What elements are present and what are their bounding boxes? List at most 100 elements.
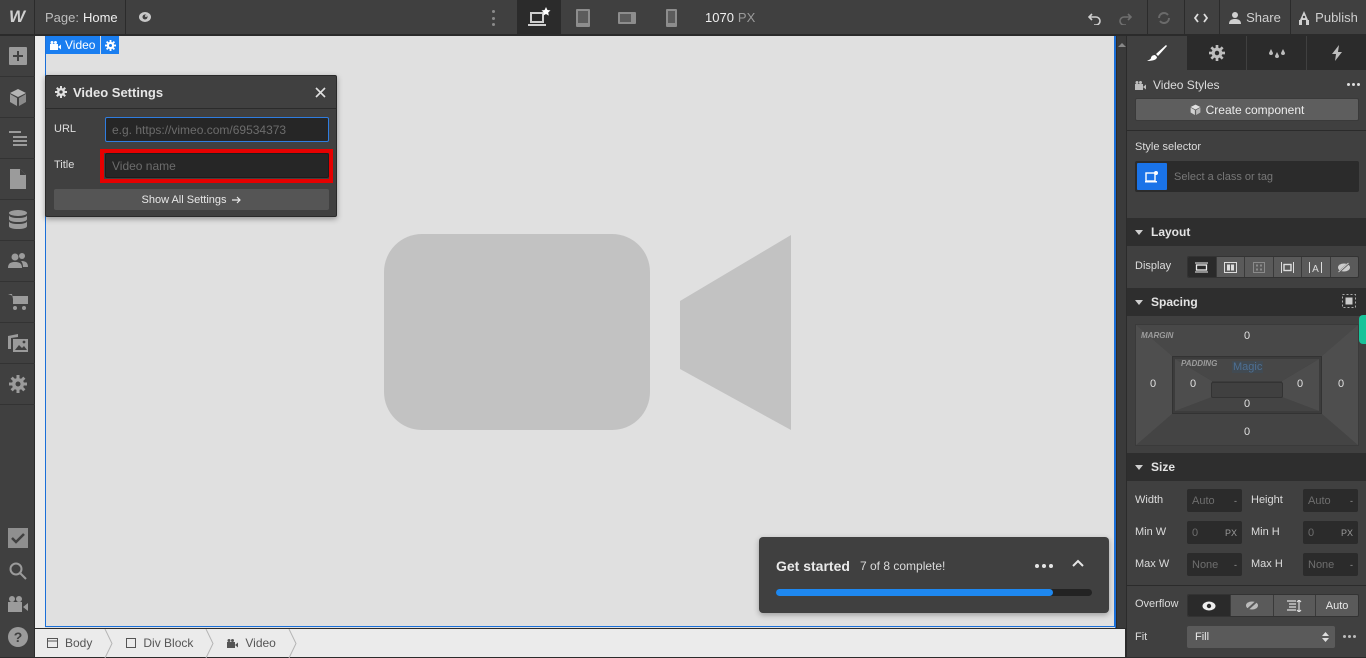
assets-button[interactable] xyxy=(0,323,35,364)
project-settings-button[interactable] xyxy=(0,364,35,405)
margin-bottom-value[interactable]: 0 xyxy=(1237,426,1257,438)
tab-settings[interactable] xyxy=(1186,36,1246,70)
show-all-settings-button[interactable]: Show All Settings xyxy=(54,189,329,210)
panel-tabs xyxy=(1127,36,1366,70)
scroll-up-arrow[interactable] xyxy=(1117,43,1126,47)
publish-button[interactable]: Publish xyxy=(1293,0,1363,35)
url-input[interactable] xyxy=(105,117,329,142)
div-block-icon xyxy=(126,638,137,648)
get-started-title: Get started xyxy=(776,558,850,574)
spacing-section-header[interactable]: Spacing xyxy=(1127,288,1366,316)
tab-style[interactable] xyxy=(1127,36,1186,70)
share-button[interactable]: Share xyxy=(1222,0,1288,35)
overflow-label: Overflow xyxy=(1135,598,1179,610)
breadcrumb-item-div-block[interactable]: Div Block xyxy=(114,629,205,658)
max-width-input[interactable]: None - xyxy=(1187,553,1242,576)
max-height-input[interactable]: None - xyxy=(1303,553,1358,576)
breakpoint-mobile-portrait-button[interactable] xyxy=(649,0,693,35)
margin-top-value[interactable]: 0 xyxy=(1237,330,1257,342)
undo-button[interactable] xyxy=(1084,0,1106,35)
preview-button[interactable] xyxy=(126,0,164,35)
ecommerce-button[interactable] xyxy=(0,282,35,323)
audit-button[interactable] xyxy=(0,521,35,554)
height-input[interactable]: Auto - xyxy=(1303,489,1358,512)
size-section-header[interactable]: Size xyxy=(1127,453,1366,481)
padding-left-value[interactable]: 0 xyxy=(1183,378,1203,390)
margin-right-value[interactable]: 0 xyxy=(1331,378,1351,390)
min-height-unit[interactable]: PX xyxy=(1341,528,1353,538)
overflow-visible-button[interactable] xyxy=(1188,595,1230,616)
breakpoint-mobile-landscape-button[interactable] xyxy=(605,0,649,35)
video-placeholder[interactable] xyxy=(384,234,794,434)
width-value: Auto xyxy=(1192,494,1215,507)
breakpoint-desktop-button[interactable] xyxy=(517,0,561,35)
code-export-button[interactable] xyxy=(1185,0,1217,35)
more-options-button[interactable] xyxy=(1347,83,1360,86)
fit-label: Fit xyxy=(1135,631,1148,643)
close-button[interactable] xyxy=(312,84,328,100)
breakpoint-tablet-button[interactable] xyxy=(561,0,605,35)
element-name-label[interactable]: Video xyxy=(46,36,101,54)
content-box xyxy=(1211,382,1283,398)
padding-bottom-value[interactable]: 0 xyxy=(1237,398,1257,410)
cms-button[interactable] xyxy=(0,200,35,241)
video-tutorials-button[interactable] xyxy=(0,587,35,620)
canvas-scrollbar[interactable] xyxy=(1116,36,1126,628)
webflow-logo[interactable]: W xyxy=(0,0,35,35)
display-block-button[interactable] xyxy=(1188,257,1216,277)
min-height-input[interactable]: 0 PX xyxy=(1303,521,1358,544)
breadcrumb-item-body[interactable]: Body xyxy=(35,629,104,658)
navigator-icon xyxy=(8,131,27,146)
add-elements-button[interactable] xyxy=(0,36,35,77)
share-label: Share xyxy=(1246,10,1281,25)
display-inline-block-button[interactable] xyxy=(1272,257,1302,277)
spacing-box-model: MARGIN PADDING Magic 0 0 0 0 0 0 0 xyxy=(1135,324,1359,446)
overflow-scroll-button[interactable] xyxy=(1272,595,1316,616)
search-button[interactable] xyxy=(0,554,35,587)
spacing-expand-button[interactable] xyxy=(1342,294,1356,308)
page-selector[interactable]: Page: Home xyxy=(35,0,126,35)
overflow-auto-button[interactable]: Auto xyxy=(1315,595,1358,616)
layout-section-header[interactable]: Layout xyxy=(1127,218,1366,246)
fit-more-options-button[interactable] xyxy=(1343,635,1356,638)
redo-button[interactable] xyxy=(1114,0,1136,35)
display-flex-button[interactable] xyxy=(1215,257,1245,277)
fit-select[interactable]: Fill xyxy=(1187,626,1335,648)
panel-scroll-handle[interactable] xyxy=(1359,315,1366,344)
breadcrumb-item-video[interactable]: Video xyxy=(215,629,287,658)
style-selector-input[interactable]: Select a class or tag xyxy=(1135,161,1359,192)
tab-interactions[interactable] xyxy=(1306,36,1366,70)
symbols-button[interactable] xyxy=(0,77,35,118)
height-unit[interactable]: - xyxy=(1350,496,1353,506)
selector-tag-button[interactable] xyxy=(1137,163,1167,190)
tab-style-manager[interactable] xyxy=(1246,36,1306,70)
create-component-button[interactable]: Create component xyxy=(1135,98,1359,121)
selected-element-tag[interactable]: Video xyxy=(46,36,120,54)
more-options-button[interactable] xyxy=(487,8,499,28)
collapse-button[interactable] xyxy=(1071,557,1087,573)
display-none-button[interactable] xyxy=(1329,257,1359,277)
overflow-hidden-button[interactable] xyxy=(1229,595,1273,616)
width-unit[interactable]: - xyxy=(1234,496,1237,506)
help-button[interactable]: ? xyxy=(0,620,35,653)
max-width-unit[interactable]: - xyxy=(1234,560,1237,570)
users-button[interactable] xyxy=(0,241,35,282)
layout-title: Layout xyxy=(1151,225,1191,239)
margin-left-value[interactable]: 0 xyxy=(1143,378,1163,390)
max-height-unit[interactable]: - xyxy=(1350,560,1353,570)
navigator-button[interactable] xyxy=(0,118,35,159)
overflow-options: Auto xyxy=(1187,594,1359,617)
width-input[interactable]: Auto - xyxy=(1187,489,1242,512)
magic-spacing-button[interactable]: Magic xyxy=(1232,361,1264,373)
more-options-button[interactable] xyxy=(1035,564,1053,568)
min-width-unit[interactable]: PX xyxy=(1225,528,1237,538)
pages-button[interactable] xyxy=(0,159,35,200)
display-grid-button[interactable] xyxy=(1244,257,1273,277)
padding-right-value[interactable]: 0 xyxy=(1290,378,1310,390)
sync-button[interactable] xyxy=(1148,0,1180,35)
max-width-value: None xyxy=(1192,558,1219,571)
display-inline-button[interactable]: A xyxy=(1301,257,1330,277)
margin-label: MARGIN xyxy=(1141,331,1174,340)
min-width-input[interactable]: 0 PX xyxy=(1187,521,1242,544)
element-settings-button[interactable] xyxy=(101,36,120,54)
